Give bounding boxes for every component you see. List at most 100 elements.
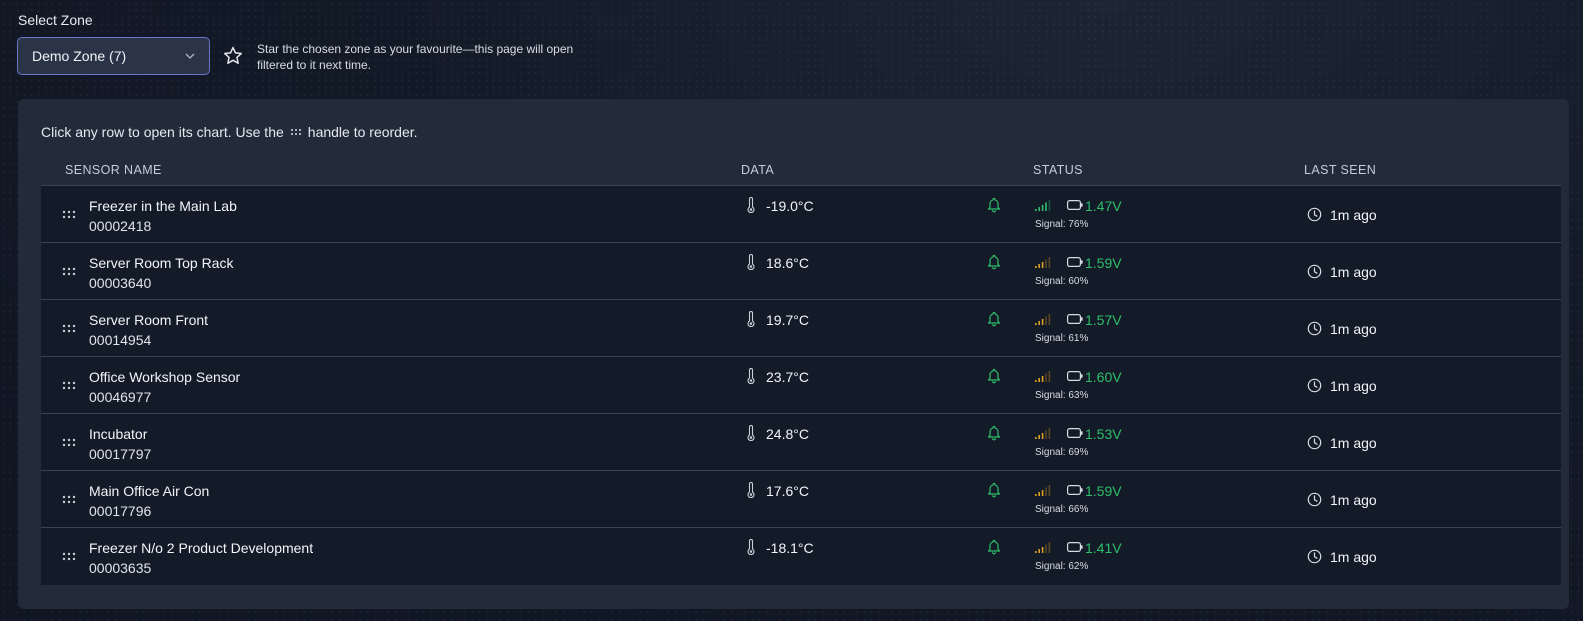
sensor-name: Main Office Air Con: [89, 483, 210, 499]
table-row[interactable]: Server Room Top Rack 00003640 18.6°C 1.5…: [41, 243, 1561, 300]
sensor-id: 00017797: [89, 446, 152, 462]
battery-voltage: 1.57V: [1085, 312, 1122, 328]
thermometer-icon: [747, 368, 755, 384]
battery-voltage: 1.47V: [1085, 198, 1122, 214]
signal-strength: Signal: 61%: [1035, 333, 1089, 344]
sensor-temperature: -19.0°C: [766, 198, 814, 214]
table-row[interactable]: Freezer in the Main Lab 00002418 -19.0°C…: [41, 186, 1561, 243]
last-seen: 1m ago: [1330, 207, 1377, 223]
table-row[interactable]: Freezer N/o 2 Product Development 000036…: [41, 528, 1561, 585]
hint-text-after: handle to reorder.: [307, 124, 418, 140]
signal-bars-icon: [1035, 428, 1051, 439]
signal-bars-icon: [1035, 371, 1051, 382]
signal-strength: Signal: 63%: [1035, 390, 1089, 401]
battery-voltage: 1.59V: [1085, 483, 1122, 499]
sensor-name: Freezer in the Main Lab: [89, 198, 237, 214]
last-seen: 1m ago: [1330, 435, 1377, 451]
bell-icon[interactable]: [987, 368, 1001, 384]
signal-strength: Signal: 69%: [1035, 447, 1089, 458]
sensor-name: Server Room Top Rack: [89, 255, 234, 271]
battery-icon: [1067, 485, 1083, 495]
sensor-id: 00003635: [89, 560, 152, 576]
battery-voltage: 1.60V: [1085, 369, 1122, 385]
signal-bars-icon: [1035, 542, 1051, 553]
column-header-data[interactable]: DATA: [741, 163, 774, 177]
battery-icon: [1067, 371, 1083, 381]
sensor-temperature: 24.8°C: [766, 426, 809, 442]
reorder-hint: Click any row to open its chart. Use the…: [41, 124, 418, 140]
sensor-temperature: 18.6°C: [766, 255, 809, 271]
battery-voltage: 1.59V: [1085, 255, 1122, 271]
clock-icon: [1307, 321, 1322, 336]
battery-icon: [1067, 542, 1083, 552]
battery-icon: [1067, 200, 1083, 210]
signal-strength: Signal: 76%: [1035, 219, 1089, 230]
grip-icon[interactable]: [62, 210, 76, 219]
table-row[interactable]: Office Workshop Sensor 00046977 23.7°C 1…: [41, 357, 1561, 414]
bell-icon[interactable]: [987, 482, 1001, 498]
chevron-down-icon: [185, 53, 195, 59]
sensor-id: 00014954: [89, 332, 152, 348]
table-row[interactable]: Server Room Front 00014954 19.7°C 1.57V …: [41, 300, 1561, 357]
battery-voltage: 1.41V: [1085, 540, 1122, 556]
grip-icon[interactable]: [62, 381, 76, 390]
column-header-last-seen[interactable]: LAST SEEN: [1304, 163, 1376, 177]
column-header-sensor-name[interactable]: SENSOR NAME: [65, 163, 162, 177]
sensor-name: Server Room Front: [89, 312, 209, 328]
sensor-name: Incubator: [89, 426, 148, 442]
bell-icon[interactable]: [987, 311, 1001, 327]
grip-icon[interactable]: [62, 552, 76, 561]
sensor-panel: Click any row to open its chart. Use the…: [18, 99, 1569, 609]
thermometer-icon: [747, 539, 755, 555]
sensor-temperature: -18.1°C: [766, 540, 814, 556]
clock-icon: [1307, 264, 1322, 279]
zone-select-value: Demo Zone (7): [32, 48, 127, 64]
grip-icon[interactable]: [62, 495, 76, 504]
thermometer-icon: [747, 311, 755, 327]
zone-select[interactable]: Demo Zone (7): [17, 37, 210, 75]
column-header-status[interactable]: STATUS: [1033, 163, 1083, 177]
grip-icon[interactable]: [62, 324, 76, 333]
sensor-id: 00017796: [89, 503, 152, 519]
bell-icon[interactable]: [987, 425, 1001, 441]
sensor-temperature: 23.7°C: [766, 369, 809, 385]
battery-voltage: 1.53V: [1085, 426, 1122, 442]
signal-strength: Signal: 66%: [1035, 504, 1089, 515]
signal-bars-icon: [1035, 257, 1051, 268]
grip-icon[interactable]: [62, 267, 76, 276]
hint-text-before: Click any row to open its chart. Use the: [41, 124, 284, 140]
last-seen: 1m ago: [1330, 549, 1377, 565]
signal-strength: Signal: 60%: [1035, 276, 1089, 287]
last-seen: 1m ago: [1330, 492, 1377, 508]
sensor-name: Freezer N/o 2 Product Development: [89, 540, 314, 556]
signal-bars-icon: [1035, 485, 1051, 496]
sensor-id: 00002418: [89, 218, 152, 234]
last-seen: 1m ago: [1330, 321, 1377, 337]
thermometer-icon: [747, 254, 755, 270]
sensor-id: 00046977: [89, 389, 152, 405]
clock-icon: [1307, 378, 1322, 393]
grip-icon[interactable]: [62, 438, 76, 447]
signal-bars-icon: [1035, 314, 1051, 325]
sensor-temperature: 19.7°C: [766, 312, 809, 328]
grip-icon: [290, 129, 301, 135]
zone-select-label: Select Zone: [18, 12, 93, 28]
sensor-id: 00003640: [89, 275, 152, 291]
bell-icon[interactable]: [987, 197, 1001, 213]
table-row[interactable]: Incubator 00017797 24.8°C 1.53V Signal: …: [41, 414, 1561, 471]
sensor-name: Office Workshop Sensor: [89, 369, 241, 385]
favourite-hint: Star the chosen zone as your favourite—t…: [257, 42, 574, 72]
bell-icon[interactable]: [987, 539, 1001, 555]
clock-icon: [1307, 492, 1322, 507]
star-icon[interactable]: [222, 45, 244, 67]
battery-icon: [1067, 428, 1083, 438]
sensor-table: Freezer in the Main Lab 00002418 -19.0°C…: [41, 185, 1561, 585]
last-seen: 1m ago: [1330, 378, 1377, 394]
clock-icon: [1307, 207, 1322, 222]
signal-strength: Signal: 62%: [1035, 561, 1089, 572]
thermometer-icon: [747, 482, 755, 498]
bell-icon[interactable]: [987, 254, 1001, 270]
battery-icon: [1067, 257, 1083, 267]
table-row[interactable]: Main Office Air Con 00017796 17.6°C 1.59…: [41, 471, 1561, 528]
signal-bars-icon: [1035, 200, 1051, 211]
